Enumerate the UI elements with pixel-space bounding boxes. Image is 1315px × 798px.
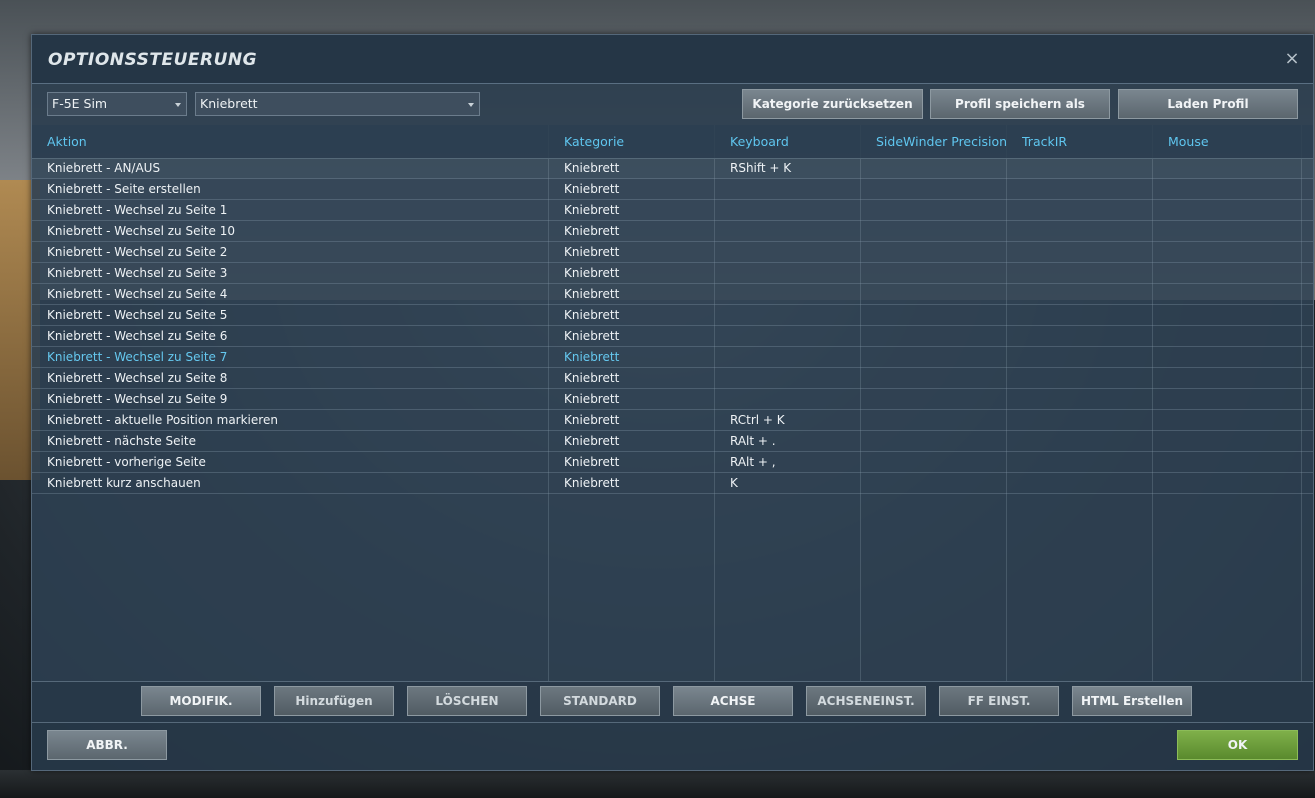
table-row[interactable]: Kniebrett - Wechsel zu Seite 5 Kniebrett [32, 305, 1313, 326]
action-cell: Kniebrett - Wechsel zu Seite 1 [47, 203, 228, 217]
category-cell: Kniebrett [564, 329, 620, 343]
dialog-title: OPTIONSSTEUERUNG [48, 50, 258, 70]
table-row[interactable]: Kniebrett - Wechsel zu Seite 10 Kniebrett [32, 221, 1313, 242]
table-row[interactable]: Kniebrett kurz anschauen Kniebrett K [32, 473, 1313, 494]
category-cell: Kniebrett [564, 434, 620, 448]
keyboard-cell: K [730, 476, 738, 490]
action-cell: Kniebrett - aktuelle Position markieren [47, 413, 278, 427]
table-row[interactable]: Kniebrett - Wechsel zu Seite 4 Kniebrett [32, 284, 1313, 305]
column-header-trackir[interactable]: TrackIR [1022, 134, 1067, 149]
category-select[interactable]: Kniebrett [195, 92, 480, 116]
ok-button[interactable]: OK [1177, 730, 1298, 760]
category-cell: Kniebrett [564, 350, 620, 364]
table-row[interactable]: Kniebrett - Wechsel zu Seite 7 Kniebrett [32, 347, 1313, 368]
add-button[interactable]: Hinzufügen [274, 686, 394, 716]
action-cell: Kniebrett - Wechsel zu Seite 4 [47, 287, 228, 301]
aircraft-select-value: F-5E Sim [52, 96, 108, 111]
table-row[interactable]: Kniebrett - nächste Seite Kniebrett RAlt +… [32, 431, 1313, 452]
category-cell: Kniebrett [564, 371, 620, 385]
table-body: Kniebrett - AN/AUS Kniebrett RShift + K Kni… [32, 158, 1313, 494]
modifiers-button[interactable]: MODIFIK. [141, 686, 261, 716]
category-select-value: Kniebrett [200, 96, 258, 111]
aircraft-select[interactable]: F-5E Sim [47, 92, 187, 116]
cancel-button[interactable]: ABBR. [47, 730, 167, 760]
category-cell: Kniebrett [564, 161, 620, 175]
table-row[interactable]: Kniebrett - Wechsel zu Seite 8 Kniebrett [32, 368, 1313, 389]
column-header-sidewinder[interactable]: SideWinder Precision 2 [876, 134, 1006, 149]
close-icon[interactable]: × [1282, 49, 1302, 69]
action-cell: Kniebrett - Wechsel zu Seite 3 [47, 266, 228, 280]
action-cell: Kniebrett - Seite erstellen [47, 182, 201, 196]
table-row[interactable]: Kniebrett - Seite erstellen Kniebrett [32, 179, 1313, 200]
category-cell: Kniebrett [564, 224, 620, 238]
category-cell: Kniebrett [564, 203, 620, 217]
column-header-kategorie[interactable]: Kategorie [564, 134, 624, 149]
table-row[interactable]: Kniebrett - Wechsel zu Seite 3 Kniebrett [32, 263, 1313, 284]
keyboard-cell: RCtrl + K [730, 413, 785, 427]
category-cell: Kniebrett [564, 392, 620, 406]
table-row[interactable]: Kniebrett - aktuelle Position markieren K… [32, 410, 1313, 431]
action-cell: Kniebrett - Wechsel zu Seite 8 [47, 371, 228, 385]
action-cell: Kniebrett - AN/AUS [47, 161, 161, 175]
table-header: Aktion Kategorie Keyboard SideWinder Pre… [32, 125, 1313, 159]
column-header-aktion[interactable]: Aktion [47, 134, 87, 149]
axis-button[interactable]: ACHSE [673, 686, 793, 716]
action-cell: Kniebrett - Wechsel zu Seite 6 [47, 329, 228, 343]
delete-button[interactable]: LÖSCHEN [407, 686, 527, 716]
category-cell: Kniebrett [564, 476, 620, 490]
default-button[interactable]: STANDARD [540, 686, 660, 716]
save-profile-as-button[interactable]: Profil speichern als [930, 89, 1110, 119]
chevron-down-icon [468, 103, 474, 107]
reset-category-button[interactable]: Kategorie zurücksetzen [742, 89, 923, 119]
column-header-keyboard[interactable]: Keyboard [730, 134, 789, 149]
table-row[interactable]: Kniebrett - Wechsel zu Seite 9 Kniebrett [32, 389, 1313, 410]
dialog-footer: ABBR. OK [32, 722, 1313, 770]
action-cell: Kniebrett - nächste Seite [47, 434, 196, 448]
category-cell: Kniebrett [564, 308, 620, 322]
toolbar: F-5E Sim Kniebrett Kategorie zurücksetze… [32, 84, 1313, 124]
action-cell: Kniebrett - Wechsel zu Seite 5 [47, 308, 228, 322]
background-cockpit [0, 770, 1315, 798]
action-cell: Kniebrett kurz anschauen [47, 476, 201, 490]
chevron-down-icon [175, 103, 181, 107]
keyboard-cell: RAlt + . [730, 434, 776, 448]
action-cell: Kniebrett - Wechsel zu Seite 7 [47, 350, 228, 364]
keyboard-cell: RShift + K [730, 161, 792, 175]
action-cell: Kniebrett - Wechsel zu Seite 9 [47, 392, 228, 406]
category-cell: Kniebrett [564, 287, 620, 301]
category-cell: Kniebrett [564, 413, 620, 427]
options-controls-dialog: OPTIONSSTEUERUNG × F-5E Sim Kniebrett Ka… [31, 34, 1314, 771]
category-cell: Kniebrett [564, 455, 620, 469]
axis-tune-button[interactable]: ACHSENEINST. [806, 686, 926, 716]
action-cell: Kniebrett - Wechsel zu Seite 10 [47, 224, 235, 238]
table-row[interactable]: Kniebrett - vorherige Seite Kniebrett RAlt… [32, 452, 1313, 473]
table-row[interactable]: Kniebrett - Wechsel zu Seite 6 Kniebrett [32, 326, 1313, 347]
load-profile-button[interactable]: Laden Profil [1118, 89, 1298, 119]
action-bar: MODIFIK. Hinzufügen LÖSCHEN STANDARD ACH… [32, 681, 1313, 723]
table-row[interactable]: Kniebrett - Wechsel zu Seite 1 Kniebrett [32, 200, 1313, 221]
table-row[interactable]: Kniebrett - AN/AUS Kniebrett RShift + K [32, 158, 1313, 179]
ff-tune-button[interactable]: FF EINST. [939, 686, 1059, 716]
bindings-table: Aktion Kategorie Keyboard SideWinder Pre… [32, 125, 1313, 681]
keyboard-cell: RAlt + , [730, 455, 776, 469]
category-cell: Kniebrett [564, 266, 620, 280]
action-cell: Kniebrett - vorherige Seite [47, 455, 206, 469]
make-html-button[interactable]: HTML Erstellen [1072, 686, 1192, 716]
category-cell: Kniebrett [564, 245, 620, 259]
category-cell: Kniebrett [564, 182, 620, 196]
column-header-mouse[interactable]: Mouse [1168, 134, 1209, 149]
table-row[interactable]: Kniebrett - Wechsel zu Seite 2 Kniebrett [32, 242, 1313, 263]
title-bar: OPTIONSSTEUERUNG × [32, 35, 1313, 84]
action-cell: Kniebrett - Wechsel zu Seite 2 [47, 245, 228, 259]
